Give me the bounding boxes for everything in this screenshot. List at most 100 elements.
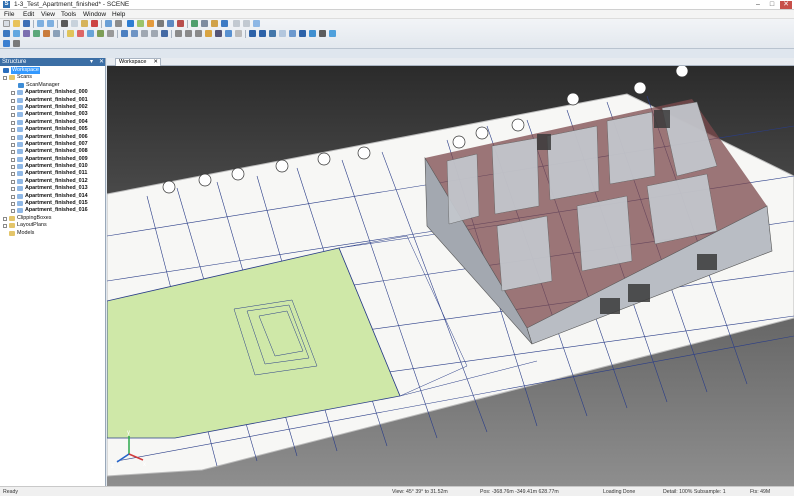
menu-edit[interactable]: Edit [23, 11, 34, 18]
place-icon[interactable] [33, 30, 40, 37]
workspace-icon[interactable] [127, 20, 134, 27]
expand-icon[interactable] [11, 172, 15, 177]
filter-icon[interactable] [157, 20, 164, 27]
expand-icon[interactable] [3, 216, 7, 221]
tab-close-icon[interactable]: ✕ [153, 59, 158, 66]
annotation-icon[interactable] [77, 30, 84, 37]
scans-mode-icon[interactable] [259, 30, 266, 37]
expand-icon[interactable] [11, 120, 15, 125]
view-icon[interactable] [221, 20, 228, 27]
expand-icon[interactable] [11, 135, 15, 140]
open-icon[interactable] [13, 20, 20, 27]
save-icon[interactable] [23, 20, 30, 27]
tree-scan-item[interactable]: Apartment_finished_010 [0, 163, 105, 170]
stereo-icon[interactable] [289, 30, 296, 37]
expand-icon[interactable] [11, 105, 15, 110]
tab-workspace[interactable]: Workspace ✕ [115, 58, 161, 66]
toggle-icon[interactable] [3, 40, 10, 47]
distance-icon[interactable] [87, 30, 94, 37]
render-icon[interactable] [329, 30, 336, 37]
menu-window[interactable]: Window [83, 11, 106, 18]
paste-icon[interactable] [81, 20, 88, 27]
menu-tools[interactable]: Tools [61, 11, 76, 18]
expand-icon[interactable] [11, 113, 15, 118]
fit-icon[interactable] [161, 30, 168, 37]
tree-scan-item[interactable]: Apartment_finished_001 [0, 97, 105, 104]
tree-scan-item[interactable]: Apartment_finished_000 [0, 89, 105, 96]
tree-scan-item[interactable]: Apartment_finished_013 [0, 185, 105, 192]
zoom-icon[interactable] [253, 20, 260, 27]
rotate-icon[interactable] [141, 30, 148, 37]
tiles-mode-icon[interactable] [269, 30, 276, 37]
angle-icon[interactable] [107, 30, 114, 37]
menu-help[interactable]: Help [112, 11, 125, 18]
expand-icon[interactable] [3, 224, 7, 229]
top-view-icon[interactable] [175, 30, 182, 37]
maximize-button[interactable]: □ [766, 1, 778, 9]
tree-scans[interactable]: Scans [0, 74, 105, 81]
undo-icon[interactable] [37, 20, 44, 27]
minimize-button[interactable]: – [752, 1, 764, 9]
expand-icon[interactable] [11, 142, 15, 147]
expand-icon[interactable] [11, 165, 15, 170]
redo-icon[interactable] [47, 20, 54, 27]
tree-scan-item[interactable]: Apartment_finished_004 [0, 119, 105, 126]
scan-icon[interactable] [3, 30, 10, 37]
expand-icon[interactable] [11, 202, 15, 207]
more-icon[interactable] [13, 40, 20, 47]
cut-icon[interactable] [61, 20, 68, 27]
expand-icon[interactable] [11, 157, 15, 162]
cluster-icon[interactable] [23, 30, 30, 37]
expand-icon[interactable] [11, 194, 15, 199]
export-icon[interactable] [211, 20, 218, 27]
tree-scan-item[interactable]: Apartment_finished_003 [0, 111, 105, 118]
tree-scan-item[interactable]: Apartment_finished_005 [0, 126, 105, 133]
tree-scanmanager[interactable]: ScanManager [0, 82, 105, 89]
new-icon[interactable] [3, 20, 10, 27]
light-icon[interactable] [205, 30, 212, 37]
tree-scan-item[interactable]: Apartment_finished_012 [0, 178, 105, 185]
front-view-icon[interactable] [185, 30, 192, 37]
grid-icon[interactable] [225, 30, 232, 37]
mesh-icon[interactable] [201, 20, 208, 27]
plane-icon[interactable] [167, 20, 174, 27]
tree-workspace[interactable]: Workspace [0, 67, 105, 75]
select-icon[interactable] [121, 30, 128, 37]
expand-icon[interactable] [11, 91, 15, 96]
fly-mode-icon[interactable] [299, 30, 306, 37]
expand-icon[interactable] [11, 179, 15, 184]
lasso-icon[interactable] [131, 30, 138, 37]
reference-icon[interactable] [43, 30, 50, 37]
tree-scan-item[interactable]: Apartment_finished_014 [0, 193, 105, 200]
tree-layoutplans[interactable]: LayoutPlans [0, 222, 105, 229]
menu-file[interactable]: File [4, 11, 14, 18]
vr-icon[interactable] [319, 30, 326, 37]
tree-scan-item[interactable]: Apartment_finished_008 [0, 148, 105, 155]
register-icon[interactable] [137, 20, 144, 27]
tree-scan-item[interactable]: Apartment_finished_011 [0, 170, 105, 177]
expand-icon[interactable] [11, 128, 15, 133]
target-icon[interactable] [177, 20, 184, 27]
copy-icon[interactable] [71, 20, 78, 27]
points-icon[interactable] [53, 30, 60, 37]
colorize-icon[interactable] [147, 20, 154, 27]
tree-scan-item[interactable]: Apartment_finished_007 [0, 141, 105, 148]
expand-icon[interactable] [11, 187, 15, 192]
camera-icon[interactable] [215, 30, 222, 37]
area-icon[interactable] [97, 30, 104, 37]
menu-view[interactable]: View [41, 11, 55, 18]
help-icon[interactable] [105, 20, 112, 27]
delete-icon[interactable] [91, 20, 98, 27]
close-button[interactable]: ✕ [780, 1, 792, 9]
options-icon[interactable] [235, 30, 242, 37]
tree-clippingboxes[interactable]: ClippingBoxes [0, 215, 105, 222]
tree-scan-item[interactable]: Apartment_finished_006 [0, 134, 105, 141]
tree-scan-item[interactable]: Apartment_finished_015 [0, 200, 105, 207]
expand-icon[interactable] [11, 98, 15, 103]
properties-icon[interactable] [115, 20, 122, 27]
clipbox-icon[interactable] [233, 20, 240, 27]
tree-scan-item[interactable]: Apartment_finished_016 [0, 207, 105, 214]
walk-mode-icon[interactable] [309, 30, 316, 37]
3d-viewport[interactable]: x y z [107, 66, 794, 486]
tree-scan-item[interactable]: Apartment_finished_002 [0, 104, 105, 111]
